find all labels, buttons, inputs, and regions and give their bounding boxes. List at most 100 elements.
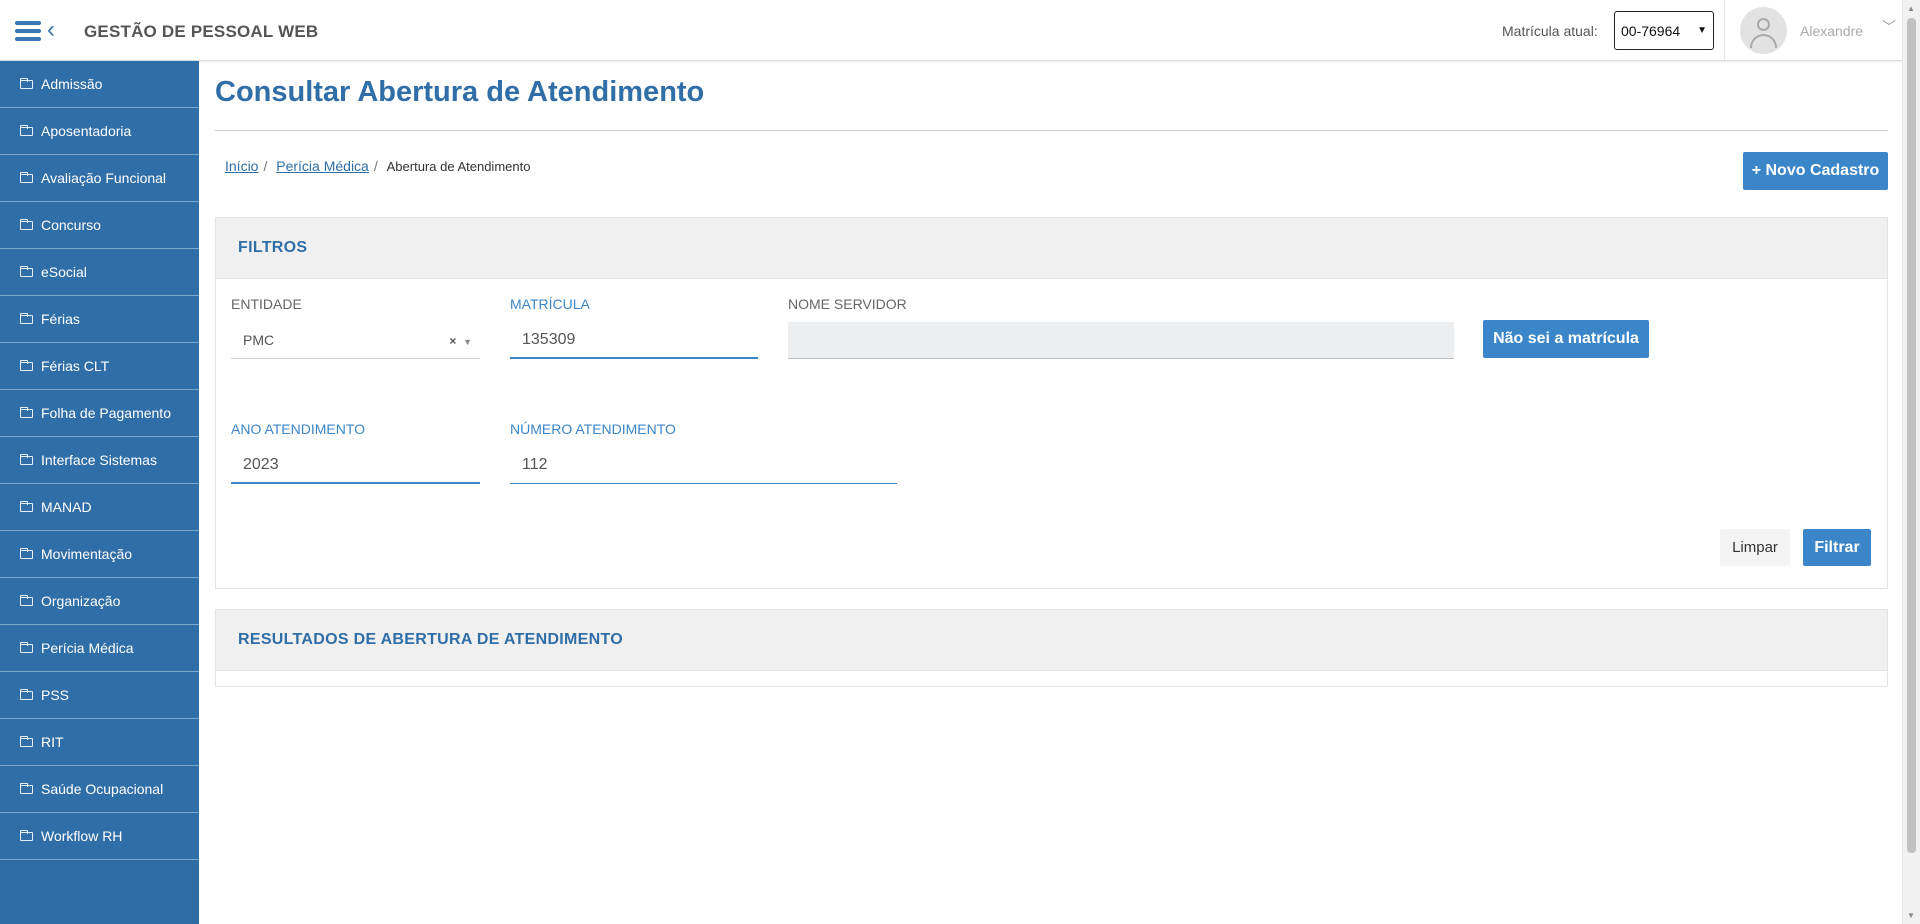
sidebar-item-label: MANAD — [41, 499, 92, 515]
clear-button[interactable]: Limpar — [1720, 529, 1790, 566]
hamburger-menu-icon[interactable] — [15, 21, 41, 41]
avatar — [1740, 7, 1787, 54]
folder-icon — [20, 312, 33, 324]
chevron-left-icon[interactable]: ‹ — [47, 18, 55, 42]
sidebar-item-admissao[interactable]: Admissão — [0, 61, 199, 108]
nome-servidor-label: NOME SERVIDOR — [788, 296, 907, 312]
sidebar-item-interface-sistemas[interactable]: Interface Sistemas — [0, 437, 199, 484]
sidebar-item-concurso[interactable]: Concurso — [0, 202, 199, 249]
sidebar-item-pericia-medica[interactable]: Perícia Médica — [0, 625, 199, 672]
sidebar-item-rit[interactable]: RIT — [0, 719, 199, 766]
sidebar-item-workflow-rh[interactable]: Workflow RH — [0, 813, 199, 860]
user-name: Alexandre — [1800, 23, 1864, 39]
matricula-field-label: MATRÍCULA — [510, 296, 590, 312]
user-menu[interactable]: Alexandre ﹀ — [1724, 0, 1902, 61]
sidebar-item-label: Organização — [41, 593, 121, 609]
ano-atendimento-value: 2023 — [243, 455, 279, 473]
sidebar-item-pss[interactable]: PSS — [0, 672, 199, 719]
sidebar-item-label: PSS — [41, 687, 70, 703]
sidebar-item-label: Movimentação — [41, 546, 133, 562]
user-icon-body — [1750, 34, 1777, 48]
folder-icon — [20, 406, 33, 418]
breadcrumb-section-link[interactable]: Perícia Médica — [276, 158, 369, 174]
filters-panel: FILTROS — [215, 217, 1888, 589]
page-scrollbar[interactable]: ▲ ▼ — [1902, 0, 1920, 924]
folder-icon — [20, 359, 33, 371]
sidebar-item-label: Férias — [41, 311, 80, 327]
folder-icon — [20, 547, 33, 559]
matricula-input[interactable]: 135309 — [510, 322, 758, 359]
sidebar-item-label: Férias CLT — [41, 358, 110, 374]
filter-button[interactable]: Filtrar — [1803, 529, 1871, 566]
filters-title: FILTROS — [216, 218, 1887, 279]
sidebar-item-label: Avaliação Funcional — [41, 170, 167, 186]
folder-icon — [20, 688, 33, 700]
folder-icon — [20, 500, 33, 512]
folder-icon — [20, 782, 33, 794]
sidebar-item-aposentadoria[interactable]: Aposentadoria — [0, 108, 199, 155]
scroll-down-arrow-icon[interactable]: ▼ — [1907, 911, 1915, 920]
sidebar-item-saude-ocupacional[interactable]: Saúde Ocupacional — [0, 766, 199, 813]
sidebar-item-movimentacao[interactable]: Movimentação — [0, 531, 199, 578]
sidebar-item-manad[interactable]: MANAD — [0, 484, 199, 531]
entidade-value: PMC — [243, 332, 275, 348]
folder-icon — [20, 265, 33, 277]
sidebar-item-label: Workflow RH — [41, 828, 123, 844]
entidade-controls: × ▼ — [449, 334, 472, 348]
folder-icon — [20, 829, 33, 841]
new-record-button[interactable]: + Novo Cadastro — [1743, 152, 1888, 190]
entidade-select[interactable]: PMC × ▼ — [231, 322, 480, 359]
page-title: Consultar Abertura de Atendimento — [215, 76, 705, 108]
breadcrumb: Início / Perícia Médica / Abertura de Aten… — [225, 158, 530, 174]
numero-atendimento-value: 112 — [522, 456, 548, 473]
folder-icon — [20, 735, 33, 747]
sidebar-item-label: Interface Sistemas — [41, 452, 157, 468]
title-divider — [215, 130, 1888, 131]
folder-icon — [20, 641, 33, 653]
sidebar-item-label: Perícia Médica — [41, 640, 134, 656]
nao-sei-matricula-button[interactable]: Não sei a matrícula — [1483, 320, 1649, 358]
sidebar-item-label: RIT — [41, 734, 64, 750]
sidebar-item-label: Folha de Pagamento — [41, 405, 171, 421]
matricula-select-value: 00-76964 — [1621, 22, 1681, 39]
sidebar-item-avaliacao-funcional[interactable]: Avaliação Funcional — [0, 155, 199, 202]
sidebar-item-label: Aposentadoria — [41, 123, 132, 139]
caret-down-icon[interactable]: ▼ — [463, 337, 472, 347]
results-panel: RESULTADOS DE ABERTURA DE ATENDIMENTO — [215, 609, 1888, 687]
results-title: RESULTADOS DE ABERTURA DE ATENDIMENTO — [216, 610, 1887, 671]
top-header: ‹ GESTÃO DE PESSOAL WEB Matrícula atual:… — [0, 0, 1902, 61]
sidebar: Admissão Aposentadoria Avaliação Funcion… — [0, 61, 199, 924]
matricula-label: Matrícula atual: — [1502, 23, 1598, 39]
chevron-down-icon[interactable]: ﹀ — [1882, 17, 1896, 37]
sidebar-item-ferias-clt[interactable]: Férias CLT — [0, 343, 199, 390]
folder-icon — [20, 594, 33, 606]
ano-atendimento-label: ANO ATENDIMENTO — [231, 421, 366, 437]
numero-atendimento-input[interactable]: 112 — [510, 447, 897, 484]
entidade-label: ENTIDADE — [231, 296, 302, 312]
sidebar-item-label: eSocial — [41, 264, 87, 280]
user-icon-head — [1757, 18, 1770, 31]
sidebar-item-ferias[interactable]: Férias — [0, 296, 199, 343]
chevron-down-icon: ▼ — [1697, 25, 1707, 36]
sidebar-item-folha-de-pagamento[interactable]: Folha de Pagamento — [0, 390, 199, 437]
breadcrumb-home-link[interactable]: Início — [225, 158, 258, 174]
sidebar-item-label: Concurso — [41, 217, 101, 233]
folder-icon — [20, 124, 33, 136]
ano-atendimento-input[interactable]: 2023 — [231, 447, 480, 484]
folder-icon — [20, 218, 33, 230]
folder-icon — [20, 77, 33, 89]
breadcrumb-separator: / — [263, 158, 268, 174]
nome-servidor-input — [788, 322, 1454, 359]
app-title: GESTÃO DE PESSOAL WEB — [84, 22, 319, 41]
numero-atendimento-label: NÚMERO ATENDIMENTO — [510, 421, 676, 437]
sidebar-item-esocial[interactable]: eSocial — [0, 249, 199, 296]
scroll-up-arrow-icon[interactable]: ▲ — [1907, 4, 1915, 13]
breadcrumb-separator: / — [373, 158, 378, 174]
clear-icon[interactable]: × — [449, 334, 456, 348]
folder-icon — [20, 171, 33, 183]
sidebar-item-label: Saúde Ocupacional — [41, 781, 164, 797]
sidebar-item-label: Admissão — [41, 76, 103, 92]
sidebar-item-organizacao[interactable]: Organização — [0, 578, 199, 625]
matricula-select[interactable]: 00-76964 ▼ — [1614, 11, 1714, 50]
scroll-thumb[interactable] — [1907, 18, 1916, 853]
